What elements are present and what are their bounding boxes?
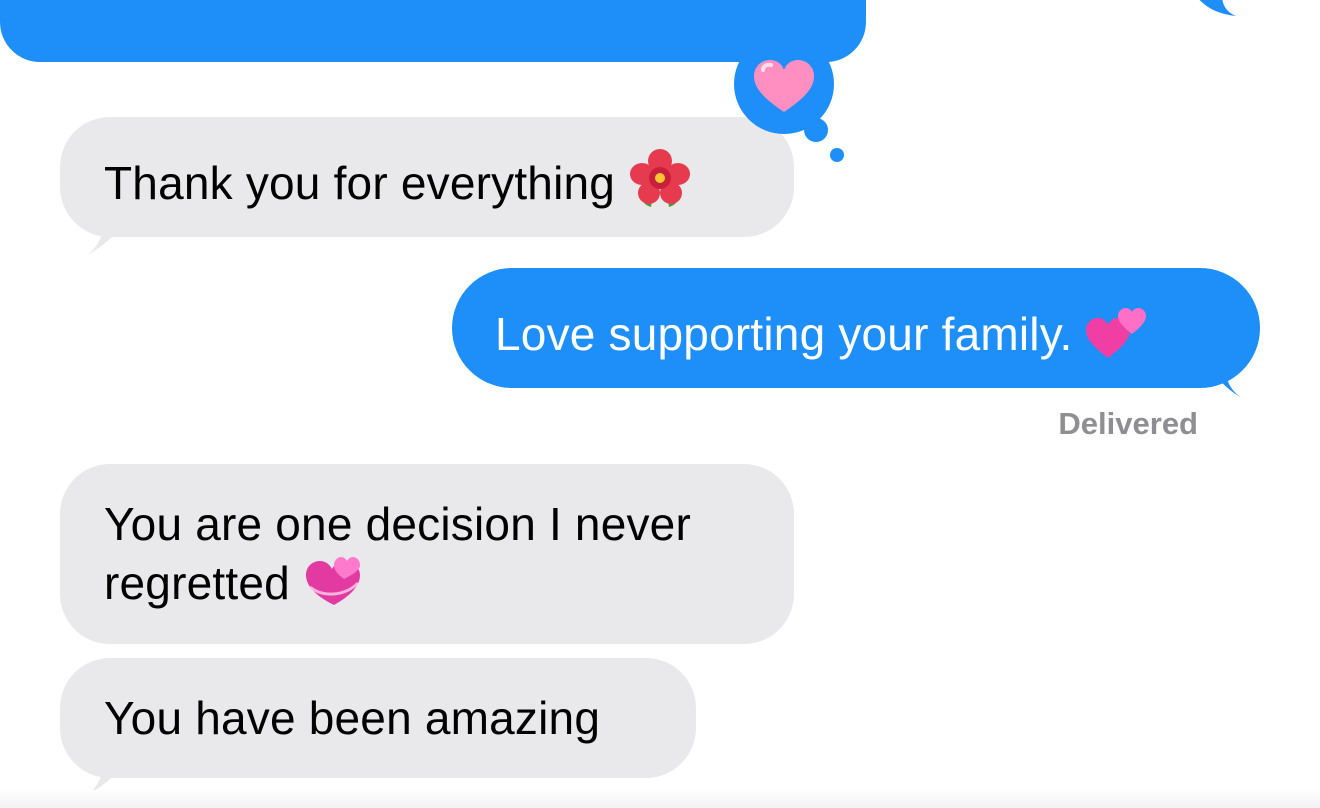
two-hearts-icon (1086, 300, 1147, 373)
hibiscus-icon (629, 147, 691, 222)
delivered-status: Delivered (1058, 406, 1198, 441)
received-message-bubble[interactable]: You are one decision I never regretted (60, 464, 794, 644)
bubble-tail (1206, 360, 1246, 400)
bubble-tail (1199, 0, 1236, 16)
message-text: You are one decision I never regretted (104, 498, 704, 609)
received-message-bubble[interactable]: Thank you for everything (60, 117, 794, 237)
message-text: You have been amazing (104, 692, 601, 744)
message-thread: Thank you for everything Love supporting… (0, 0, 1320, 808)
revolving-hearts-icon (304, 553, 362, 622)
sent-message-bubble[interactable]: Love supporting your family. (452, 268, 1260, 388)
message-text: Thank you for everything (104, 157, 616, 209)
bottom-edge (0, 790, 1320, 808)
pink-heart-icon[interactable] (730, 34, 850, 164)
bubble-tail (86, 216, 130, 256)
message-text: Love supporting your family. (495, 308, 1073, 360)
received-message-bubble[interactable]: You have been amazing (60, 658, 696, 778)
